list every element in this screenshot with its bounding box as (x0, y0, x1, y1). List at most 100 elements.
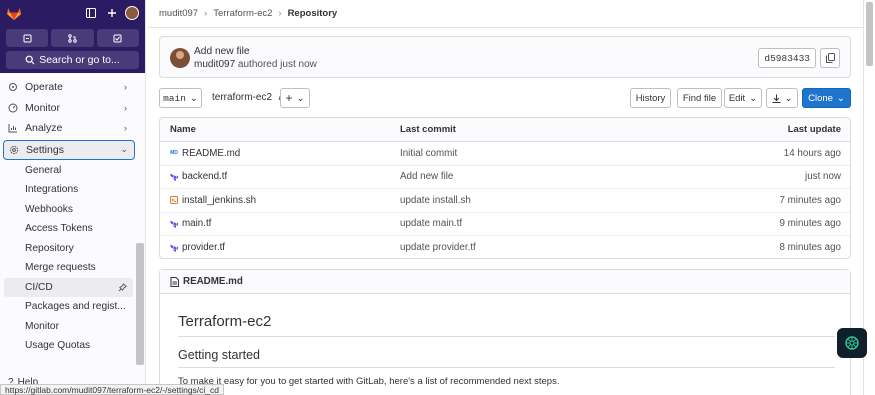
settings-webhooks[interactable]: Webhooks (0, 200, 133, 220)
find-file-button[interactable]: Find file (677, 88, 722, 108)
subheading-divider (178, 367, 835, 368)
readme-heading: Terraform-ec2 (178, 313, 272, 330)
pin-icon[interactable] (118, 282, 127, 292)
commit-message[interactable]: update install.sh (400, 195, 471, 206)
heading-divider (178, 336, 835, 337)
duo-chat-button[interactable] (837, 328, 867, 358)
commit-message[interactable]: update main.tf (400, 218, 462, 229)
settings-usage-quotas[interactable]: Usage Quotas (0, 336, 133, 356)
repo-path: terraform-ec2 / (212, 92, 282, 103)
commit-author-avatar[interactable] (170, 48, 190, 68)
commit-title[interactable]: Add new file (194, 46, 250, 57)
ai-assistant-icon (845, 336, 859, 350)
commit-message[interactable]: Initial commit (400, 148, 457, 159)
download-icon (772, 94, 781, 103)
update-time: 14 hours ago (783, 147, 841, 159)
table-row[interactable]: MD README.md Initial commit 14 hours ago (160, 142, 850, 166)
branch-selector[interactable]: main ⌄ (159, 88, 202, 108)
plus-icon: + (285, 91, 293, 105)
commit-meta: mudit097 authored just now (194, 59, 317, 70)
readme-header: README.md (160, 270, 850, 294)
commit-sha[interactable]: d5983433 (758, 48, 816, 68)
file-name-cell[interactable]: main.tf (170, 218, 211, 229)
sidebar-item-label: Operate (25, 81, 63, 94)
settings-icon (9, 145, 19, 155)
history-button[interactable]: History (630, 88, 671, 108)
settings-ci-cd-label: CI/CD (25, 281, 53, 293)
settings-ci-cd[interactable]: CI/CD (4, 277, 133, 297)
sidebar-nav: Operate › Monitor › Analyze › Settings ⌄… (0, 73, 145, 356)
copy-sha-button[interactable] (820, 48, 840, 68)
file-name-cell[interactable]: MD README.md (170, 148, 240, 159)
sidebar-toggle-icon[interactable] (82, 4, 100, 22)
sidebar-item-monitor[interactable]: Monitor › (0, 98, 145, 119)
breadcrumb-project[interactable]: Terraform-ec2 (213, 8, 272, 19)
file-name-cell[interactable]: provider.tf (170, 242, 225, 253)
breadcrumb-current[interactable]: Repository (288, 8, 338, 19)
settings-repository[interactable]: Repository (0, 239, 133, 259)
issues-button[interactable] (6, 29, 49, 47)
file-name: main.tf (182, 218, 212, 230)
chevron-down-icon: ⌄ (296, 92, 305, 104)
settings-merge-requests[interactable]: Merge requests (0, 258, 133, 278)
settings-access-tokens[interactable]: Access Tokens (0, 219, 133, 239)
deployments-icon (8, 82, 18, 92)
chevron-down-icon: ⌄ (189, 92, 198, 104)
repo-path-root[interactable]: terraform-ec2 (212, 92, 272, 103)
header-last-update: Last update (787, 124, 841, 135)
readme-filename[interactable]: README.md (183, 276, 243, 287)
merge-requests-button[interactable] (51, 29, 94, 47)
sidebar-scrollbar[interactable] (136, 243, 144, 365)
table-row[interactable]: install_jenkins.sh update install.sh 7 m… (160, 189, 850, 213)
update-time: just now (805, 171, 841, 183)
chart-icon (8, 123, 18, 133)
settings-integrations[interactable]: Integrations (0, 180, 133, 200)
breadcrumb: mudit097 › Terraform-ec2 › Repository (159, 8, 337, 19)
repo-toolbar: main ⌄ terraform-ec2 / + ⌄ History Find … (159, 88, 851, 108)
settings-monitor[interactable]: Monitor (0, 317, 133, 337)
table-header: Name Last commit Last update (160, 118, 850, 142)
search-button[interactable]: Search or go to... (6, 51, 139, 69)
breadcrumb-user[interactable]: mudit097 (159, 8, 198, 19)
file-name: install_jenkins.sh (182, 194, 257, 206)
table-row[interactable]: provider.tf update provider.tf 8 minutes… (160, 236, 850, 258)
merge-request-icon (68, 33, 77, 43)
commit-message[interactable]: Add new file (400, 171, 453, 182)
header-name: Name (170, 124, 196, 135)
table-row[interactable]: main.tf update main.tf 9 minutes ago (160, 213, 850, 236)
last-commit-panel: Add new file mudit097 authored just now … (159, 36, 851, 78)
chevron-right-icon: › (124, 123, 127, 134)
chevron-down-icon: ⌄ (120, 144, 128, 154)
user-avatar[interactable] (125, 6, 139, 20)
gitlab-logo-icon[interactable] (6, 5, 22, 21)
file-name-cell[interactable]: install_jenkins.sh (170, 195, 256, 206)
chevron-down-icon: ⌄ (749, 92, 758, 104)
copy-icon (825, 53, 835, 63)
settings-general[interactable]: General (0, 161, 133, 181)
commit-author[interactable]: mudit097 (194, 59, 235, 70)
add-to-tree-button[interactable]: + ⌄ (280, 88, 310, 108)
edit-dropdown[interactable]: Edit ⌄ (724, 88, 762, 108)
update-time: 9 minutes ago (779, 218, 841, 230)
sidebar-item-label: Analyze (25, 122, 63, 135)
settings-packages[interactable]: Packages and regist... (0, 297, 133, 317)
header-divider (147, 27, 863, 28)
clone-label: Clone (808, 92, 833, 104)
todo-icon (113, 34, 122, 42)
sidebar-item-analyze[interactable]: Analyze › (0, 118, 145, 139)
todos-button[interactable] (96, 29, 139, 47)
page-scrollbar-thumb[interactable] (866, 2, 873, 66)
sidebar-item-operate[interactable]: Operate › (0, 77, 145, 98)
chevron-right-icon: › (124, 102, 127, 113)
file-name-cell[interactable]: backend.tf (170, 171, 227, 182)
clone-dropdown[interactable]: Clone ⌄ (802, 88, 851, 108)
download-dropdown[interactable]: ⌄ (766, 88, 798, 108)
update-time: 8 minutes ago (779, 242, 841, 254)
markdown-icon: MD (170, 150, 178, 157)
commit-message[interactable]: update provider.tf (400, 242, 476, 253)
create-new-icon[interactable] (103, 4, 121, 22)
table-row[interactable]: backend.tf Add new file just now (160, 166, 850, 189)
search-icon (25, 55, 35, 65)
main-content: mudit097 › Terraform-ec2 › Repository Ad… (147, 0, 863, 395)
sidebar-item-settings[interactable]: Settings ⌄ (3, 139, 135, 160)
